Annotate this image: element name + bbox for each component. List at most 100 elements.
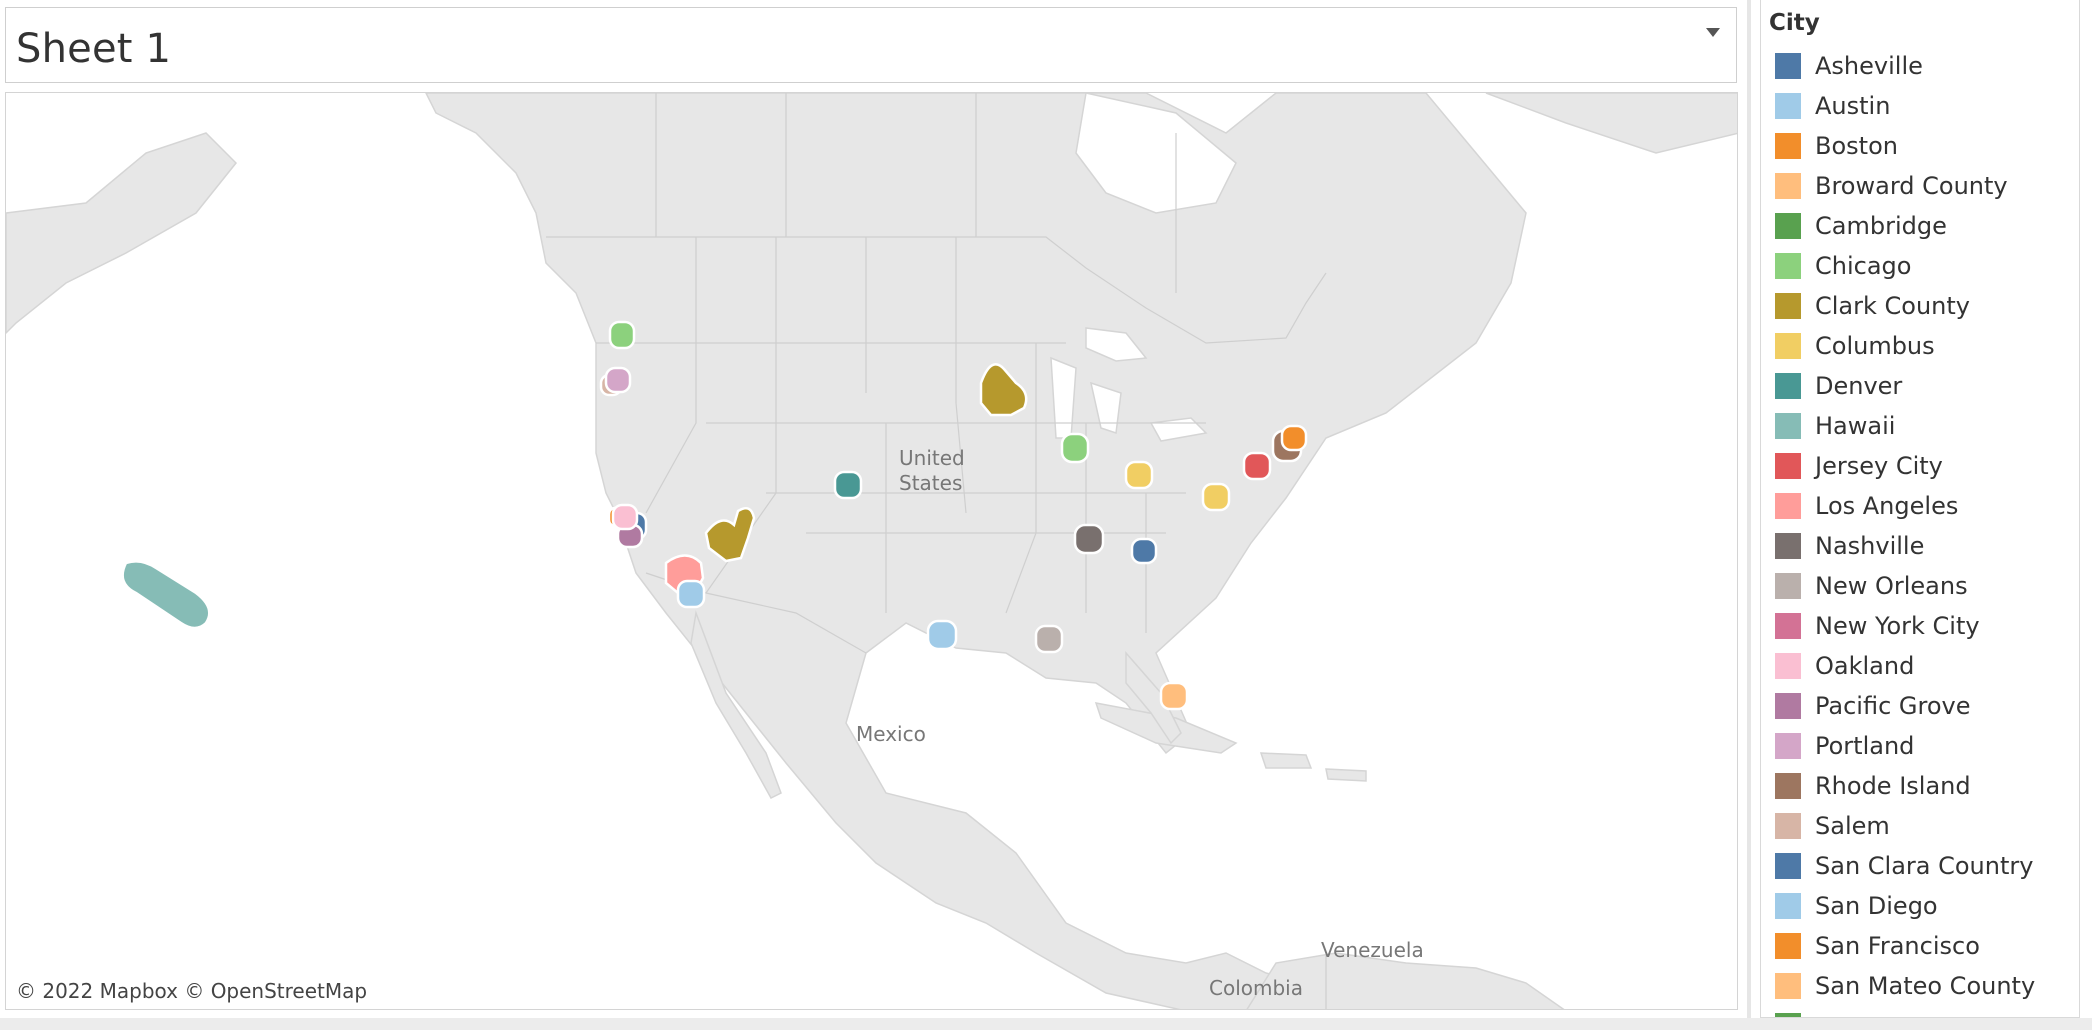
legend-swatch (1775, 573, 1801, 599)
legend-label: Columbus (1815, 332, 1935, 360)
legend-label: Austin (1815, 92, 1891, 120)
legend-item[interactable]: Portland (1775, 726, 2035, 766)
marker-hawaii[interactable] (121, 560, 211, 630)
status-bar (0, 1018, 2092, 1030)
legend-item[interactable]: New York City (1775, 606, 2035, 646)
title-dropdown-caret-icon[interactable] (1706, 28, 1720, 37)
land (6, 93, 1737, 1009)
label-venezuela: Venezuela (1321, 938, 1424, 962)
legend-label: Asheville (1815, 52, 1923, 80)
legend-swatch (1775, 813, 1801, 839)
legend-swatch (1775, 493, 1801, 519)
legend-item[interactable]: Nashville (1775, 526, 2035, 566)
marker-san-diego[interactable] (676, 579, 706, 609)
marker-asheville[interactable] (1130, 537, 1158, 565)
sheet-title: Sheet 1 (16, 26, 172, 72)
marker-austin[interactable] (926, 619, 958, 651)
legend-item[interactable]: Clark County (1775, 286, 2035, 326)
label-colombia: Colombia (1209, 976, 1303, 1000)
marker-jersey-city[interactable] (1242, 451, 1272, 481)
legend-label: San Francisco (1815, 932, 1980, 960)
legend-label: Salem (1815, 812, 1890, 840)
legend-item[interactable]: Pacific Grove (1775, 686, 2035, 726)
legend-label: New York City (1815, 612, 1980, 640)
marker-columbus-oh[interactable] (1124, 460, 1154, 490)
legend-list: Asheville Austin Boston Broward County Cambr… (1775, 46, 2035, 1017)
legend-item[interactable] (1775, 1006, 2035, 1017)
legend-swatch (1775, 933, 1801, 959)
legend-swatch (1775, 533, 1801, 559)
legend-swatch (1775, 453, 1801, 479)
marker-seattle[interactable] (608, 320, 636, 350)
sheet-title-bar: Sheet 1 (5, 7, 1737, 83)
legend-swatch (1775, 613, 1801, 639)
legend-item[interactable]: Columbus (1775, 326, 2035, 366)
marker-boston[interactable] (1280, 424, 1308, 452)
legend-label: Jersey City (1815, 452, 1943, 480)
marker-chicago[interactable] (1060, 432, 1090, 464)
legend-label: Oakland (1815, 652, 1915, 680)
legend-item[interactable]: San Mateo County (1775, 966, 2035, 1006)
legend-item[interactable]: San Clara Country (1775, 846, 2035, 886)
legend-item[interactable]: San Diego (1775, 886, 2035, 926)
legend-label: Pacific Grove (1815, 692, 1971, 720)
legend-swatch (1775, 253, 1801, 279)
marker-columbus-dc[interactable] (1201, 482, 1231, 512)
legend-swatch (1775, 293, 1801, 319)
legend-swatch (1775, 893, 1801, 919)
legend-item[interactable]: Rhode Island (1775, 766, 2035, 806)
legend-item[interactable]: Asheville (1775, 46, 2035, 86)
legend-item[interactable]: Oakland (1775, 646, 2035, 686)
legend-title: City (1769, 10, 1820, 36)
legend-label: San Mateo County (1815, 972, 2036, 1000)
label-united: United (899, 446, 965, 470)
legend-swatch (1775, 733, 1801, 759)
legend-label: San Diego (1815, 892, 1938, 920)
legend-swatch (1775, 773, 1801, 799)
legend-label: Nashville (1815, 532, 1925, 560)
legend-item[interactable]: New Orleans (1775, 566, 2035, 606)
legend-label: Chicago (1815, 252, 1912, 280)
marker-denver[interactable] (833, 470, 863, 500)
legend-label: Hawaii (1815, 412, 1896, 440)
divider (1747, 0, 1751, 1030)
legend-swatch (1775, 173, 1801, 199)
legend-item[interactable]: Boston (1775, 126, 2035, 166)
marker-nashville[interactable] (1073, 523, 1105, 555)
legend-item[interactable]: Jersey City (1775, 446, 2035, 486)
marker-new-orleans[interactable] (1034, 624, 1064, 654)
legend-swatch (1775, 413, 1801, 439)
legend-label: Rhode Island (1815, 772, 1971, 800)
legend-item[interactable]: Chicago (1775, 246, 2035, 286)
legend-label: Cambridge (1815, 212, 1947, 240)
basemap: United States Mexico Venezuela Colombia (6, 93, 1737, 1009)
legend-swatch (1775, 333, 1801, 359)
legend-swatch (1775, 653, 1801, 679)
legend-item[interactable]: Cambridge (1775, 206, 2035, 246)
legend-item[interactable]: Denver (1775, 366, 2035, 406)
map-attribution[interactable]: © 2022 Mapbox © OpenStreetMap (10, 977, 374, 1005)
legend-item[interactable]: Salem (1775, 806, 2035, 846)
marker-broward-county[interactable] (1159, 681, 1189, 711)
color-legend: City Asheville Austin Boston Broward County… (1760, 0, 2080, 1018)
marker-portland[interactable] (604, 366, 632, 394)
legend-label: San Clara Country (1815, 852, 2034, 880)
legend-item[interactable]: San Francisco (1775, 926, 2035, 966)
legend-item[interactable]: Broward County (1775, 166, 2035, 206)
label-mexico: Mexico (856, 722, 926, 746)
legend-label: New Orleans (1815, 572, 1968, 600)
legend-swatch (1775, 133, 1801, 159)
marker-oakland[interactable] (611, 503, 639, 531)
legend-label: Broward County (1815, 172, 2008, 200)
legend-swatch (1775, 93, 1801, 119)
legend-label: Portland (1815, 732, 1915, 760)
legend-label: Boston (1815, 132, 1898, 160)
legend-label: Los Angeles (1815, 492, 1959, 520)
legend-item[interactable]: Austin (1775, 86, 2035, 126)
label-states: States (899, 471, 962, 495)
map-view[interactable]: United States Mexico Venezuela Colombia … (5, 92, 1738, 1010)
legend-swatch (1775, 373, 1801, 399)
legend-item[interactable]: Hawaii (1775, 406, 2035, 446)
legend-item[interactable]: Los Angeles (1775, 486, 2035, 526)
legend-swatch (1775, 53, 1801, 79)
